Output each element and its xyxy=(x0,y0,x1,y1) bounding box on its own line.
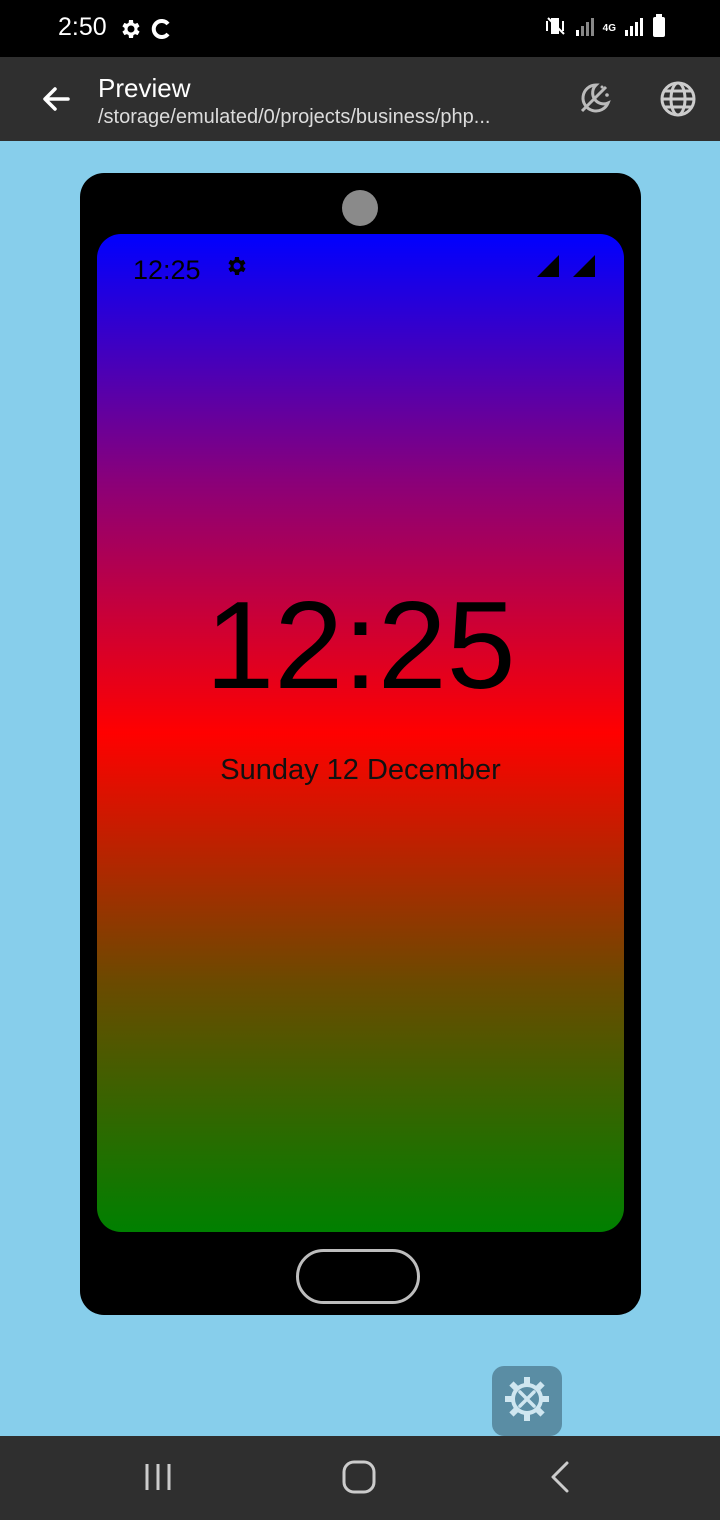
preview-status-time: 12:25 xyxy=(133,255,201,285)
device-frame: 12:25 12:25 Sunday 12 December xyxy=(80,173,641,1315)
recent-apps-icon[interactable] xyxy=(140,1460,176,1499)
app-bar: Preview /storage/emulated/0/projects/bus… xyxy=(0,57,720,141)
theme-toggle-icon[interactable] xyxy=(574,79,614,124)
system-nav-bar xyxy=(0,1436,720,1520)
back-icon[interactable] xyxy=(545,1460,577,1499)
preview-screen: 12:25 12:25 Sunday 12 December xyxy=(97,234,624,1232)
sync-icon xyxy=(150,17,174,46)
signal-icon xyxy=(575,15,595,42)
battery-icon xyxy=(652,14,666,43)
tools-settings-button[interactable] xyxy=(492,1366,562,1436)
signal-icon xyxy=(535,253,559,282)
system-status-bar: 2:50 4G xyxy=(0,0,720,57)
file-path: /storage/emulated/0/projects/business/ph… xyxy=(98,106,491,128)
tools-gear-icon xyxy=(502,1374,552,1429)
front-camera xyxy=(342,190,378,226)
home-icon[interactable] xyxy=(340,1458,378,1501)
signal-icon xyxy=(571,253,595,282)
clock-date: Sunday 12 December xyxy=(220,754,501,786)
page-title: Preview xyxy=(98,73,191,103)
status-time: 2:50 xyxy=(58,13,107,41)
globe-icon[interactable] xyxy=(658,79,698,124)
vibrate-icon xyxy=(545,15,567,42)
gear-icon xyxy=(118,17,142,46)
device-home-button[interactable] xyxy=(296,1249,420,1304)
status-icons: 4G xyxy=(545,14,666,43)
network-type-label: 4G xyxy=(602,22,616,34)
back-arrow-icon[interactable] xyxy=(38,81,74,122)
clock-time: 12:25 xyxy=(205,577,516,715)
signal-icon xyxy=(624,15,644,42)
gear-icon xyxy=(224,254,248,283)
